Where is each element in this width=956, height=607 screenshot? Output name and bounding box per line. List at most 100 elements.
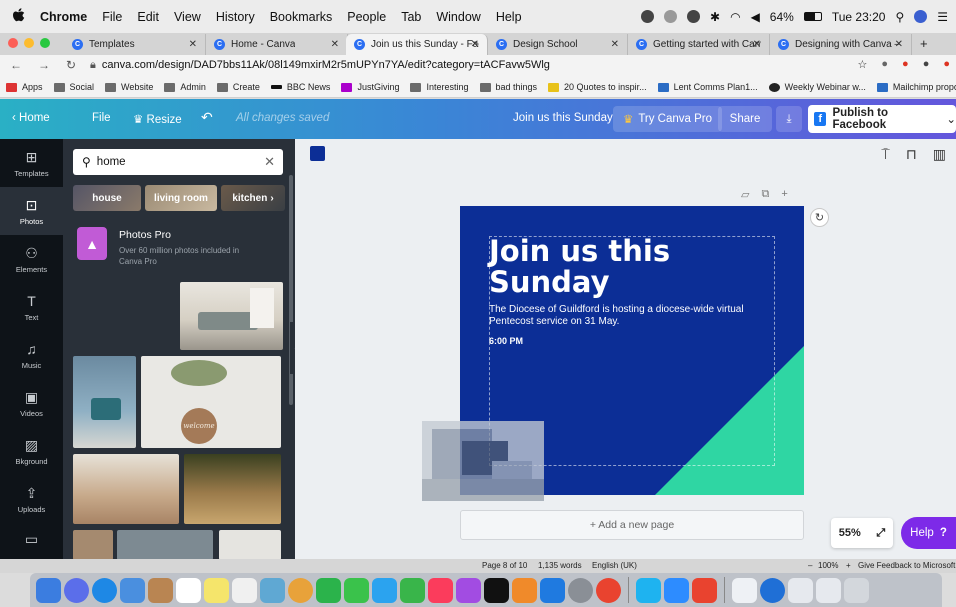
podcasts-icon[interactable] [456, 577, 481, 603]
zoom-in-icon[interactable]: + [846, 561, 851, 570]
bookmark-mailchimp[interactable]: Mailchimp proposal... [876, 82, 956, 92]
contacts-icon[interactable] [148, 577, 173, 603]
menu-tab[interactable]: Tab [401, 10, 421, 24]
help-button[interactable]: Help? [901, 517, 956, 549]
photo-thumbnail-living-room[interactable] [180, 282, 283, 350]
word-zoom[interactable]: 100% [818, 561, 838, 570]
bookmark-apps[interactable]: Apps [6, 82, 43, 92]
rail-item-uploads[interactable]: ⇪ Uploads [0, 475, 63, 523]
music-icon[interactable] [428, 577, 453, 603]
rail-item-elements[interactable]: ⚇ Elements [0, 235, 63, 283]
tab-design-school[interactable]: C Design School ✕ [488, 34, 628, 55]
clock[interactable]: Tue 23:20 [832, 10, 886, 24]
forward-arrow-icon[interactable]: → [38, 58, 50, 72]
new-tab-icon[interactable]: + [920, 36, 928, 51]
reload-icon[interactable]: ↻ [66, 58, 76, 72]
zoom-control[interactable]: 55% ⤢ [831, 518, 893, 548]
trash-icon[interactable]: ▥ [933, 146, 946, 163]
document-title[interactable]: Join us this Sunday [513, 112, 613, 124]
photo-thumbnail[interactable] [73, 530, 113, 559]
minimize-window-button[interactable] [24, 38, 34, 48]
bookmark-justgiving[interactable]: JustGiving [341, 82, 399, 92]
duplicate-page-icon[interactable]: ⧉ [761, 188, 769, 201]
cloud-icon[interactable] [641, 10, 655, 23]
undo-icon[interactable]: ↶ [201, 109, 213, 126]
tab-templates[interactable]: C Templates ✕ [64, 34, 206, 55]
zoom-out-icon[interactable]: – [808, 561, 812, 570]
bookmark-interesting[interactable]: Interesting [410, 82, 469, 92]
photo-thumbnail[interactable] [219, 530, 281, 559]
menu-history[interactable]: History [216, 10, 255, 24]
menu-window[interactable]: Window [436, 10, 480, 24]
lock-icon[interactable]: ⊓ [906, 146, 917, 163]
numbers-icon[interactable] [400, 577, 425, 603]
downloads-folder-icon[interactable] [732, 577, 757, 603]
photo-search-input[interactable]: ⚲ home ✕ [73, 149, 283, 175]
menu-view[interactable]: View [174, 10, 201, 24]
design-time-text[interactable]: 6:00 PM [489, 336, 523, 346]
try-canva-pro-button[interactable]: ♛ Try Canva Pro [613, 106, 723, 132]
expand-icon[interactable]: ⤢ [876, 527, 885, 540]
photo-thumbnail-cozy-room[interactable] [184, 454, 281, 524]
extension-icon[interactable]: ● [881, 58, 888, 71]
chevron-down-icon[interactable]: ⌄ [946, 112, 956, 126]
close-window-button[interactable] [8, 38, 18, 48]
wifi-icon[interactable]: ◠ [730, 10, 740, 24]
menu-help[interactable]: Help [496, 10, 522, 24]
tab-designing-with-canva[interactable]: C Designing with Canva – De ✕ [770, 34, 912, 55]
reminders-icon[interactable] [232, 577, 257, 603]
menu-dots-icon[interactable]: ● [943, 58, 950, 71]
design-subtitle-text[interactable]: The Diocese of Guildford is hosting a di… [489, 304, 759, 328]
messages-icon[interactable] [344, 577, 369, 603]
menu-file[interactable]: File [102, 10, 122, 24]
zoom-app-icon[interactable] [664, 577, 689, 603]
chrome-icon[interactable] [596, 577, 621, 603]
bookmark-website[interactable]: Website [105, 82, 153, 92]
bookmark-weekly-webinar[interactable]: Weekly Webinar w... [768, 82, 866, 92]
chevron-right-icon[interactable]: › [270, 193, 273, 204]
trash-icon[interactable] [844, 577, 869, 603]
dragged-photo[interactable] [422, 421, 544, 501]
system-preferences-icon[interactable] [568, 577, 593, 603]
photo-thumbnail[interactable] [117, 530, 213, 559]
add-page-icon[interactable]: + [781, 188, 787, 201]
publish-to-facebook-button[interactable]: f Publish to Facebook ⌄ [808, 105, 956, 133]
control-center-icon[interactable]: ☰ [937, 10, 948, 24]
safari-icon[interactable] [92, 577, 117, 603]
screen-record-icon[interactable] [687, 10, 701, 23]
bookmark-lent-comms[interactable]: Lent Comms Plan1... [657, 82, 758, 92]
feedback-link[interactable]: Give Feedback to Microsoft [858, 561, 955, 570]
acrobat-icon[interactable] [692, 577, 717, 603]
skype-icon[interactable] [636, 577, 661, 603]
facetime-icon[interactable] [316, 577, 341, 603]
sync-icon[interactable] [664, 10, 678, 23]
rail-item-photos[interactable]: ⊡ Photos [0, 187, 63, 235]
home-link[interactable]: ‹ Home [12, 112, 50, 124]
profile-avatar-icon[interactable]: ● [923, 58, 930, 71]
apple-icon[interactable] [12, 7, 26, 26]
add-new-page-button[interactable]: + Add a new page [460, 510, 804, 540]
rail-item-folders[interactable]: ▭ [0, 523, 63, 559]
calendar-icon[interactable] [176, 577, 201, 603]
zoom-window-button[interactable] [40, 38, 50, 48]
back-arrow-icon[interactable]: ← [10, 58, 22, 72]
pinterest-icon[interactable]: ● [902, 58, 909, 71]
rail-item-background[interactable]: ▨ Bkground [0, 427, 63, 475]
tab-home-canva[interactable]: C Home - Canva ✕ [206, 34, 348, 55]
rail-item-videos[interactable]: ▣ Videos [0, 379, 63, 427]
bookmark-bbc-news[interactable]: BBC News [270, 82, 330, 92]
rail-item-music[interactable]: ♫ Music [0, 331, 63, 379]
star-bookmark-icon[interactable]: ☆ [858, 58, 868, 71]
photo-thumbnail-laptop[interactable] [73, 356, 136, 448]
launchpad-icon[interactable] [64, 577, 89, 603]
download-icon[interactable]: ⤓ [776, 106, 802, 132]
word-count[interactable]: 1,135 words [538, 561, 582, 570]
share-button[interactable]: Share [718, 106, 772, 132]
tab-join-us-this-sunday[interactable]: C Join us this Sunday - Facel ✕ [346, 34, 488, 55]
bookmark-social[interactable]: Social [53, 82, 94, 92]
tab-getting-started[interactable]: C Getting started with Canva ✕ [628, 34, 770, 55]
menu-bookmarks[interactable]: Bookmarks [270, 10, 333, 24]
rail-item-templates[interactable]: ⊞ Templates [0, 139, 63, 187]
color-picker-swatch[interactable] [310, 146, 325, 161]
close-tab-icon[interactable]: ✕ [471, 39, 479, 50]
